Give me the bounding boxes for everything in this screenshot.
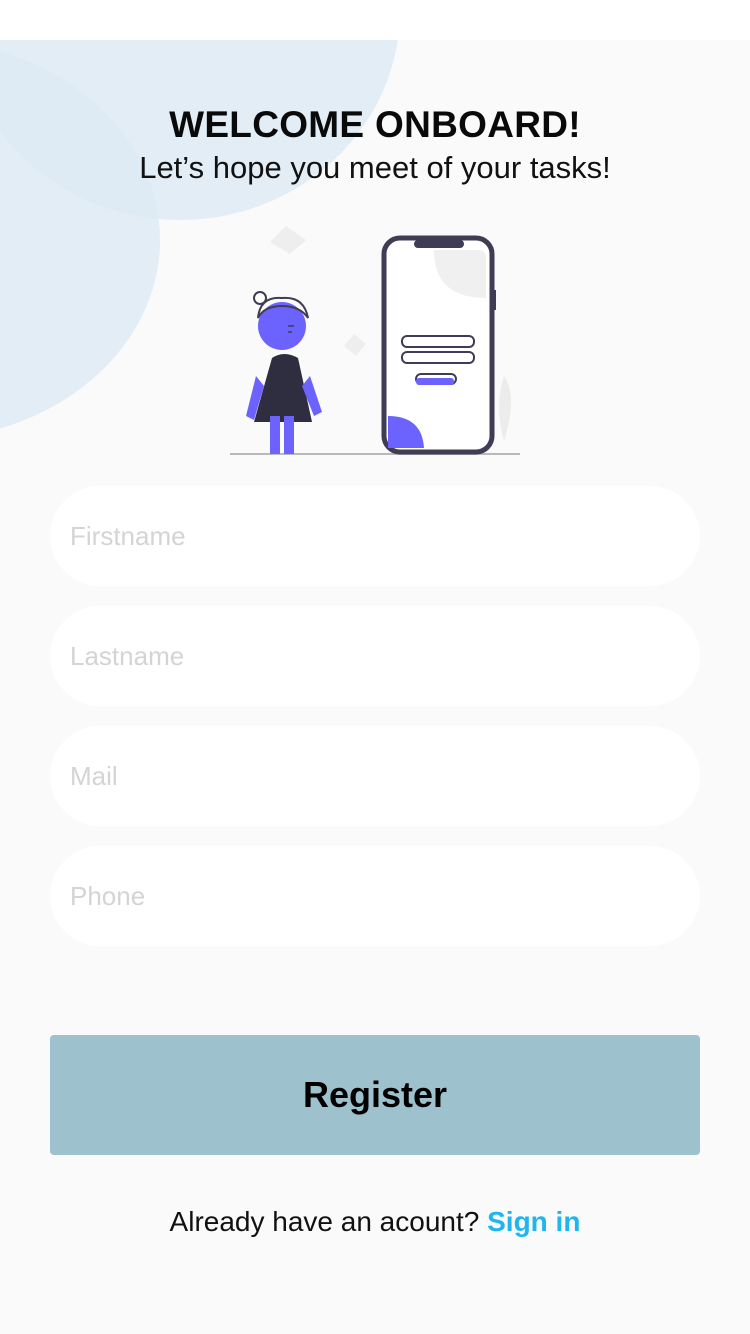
firstname-field[interactable] [50,486,700,586]
signin-prompt: Already have an acount? [169,1206,480,1237]
phone-field[interactable] [50,846,700,946]
page-subtitle: Let’s hope you meet of your tasks! [139,150,611,185]
person-with-phone-illustration [230,226,520,455]
register-button[interactable]: Register [50,1035,700,1155]
signin-row: Already have an acount? Sign in [0,1206,750,1238]
signin-link[interactable]: Sign in [487,1206,580,1237]
page-title: WELCOME ONBOARD! [169,104,581,145]
lastname-field[interactable] [50,606,700,706]
mail-field[interactable] [50,726,700,826]
register-screen: WELCOME ONBOARD! Let’s hope you meet of … [0,40,750,1334]
